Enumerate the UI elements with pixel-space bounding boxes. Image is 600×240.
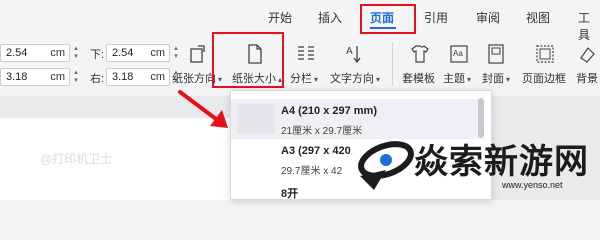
text-direction-label: 文字方向 ▾ [330, 73, 381, 85]
text-direction-icon: A [346, 46, 361, 64]
tab-insert[interactable]: 插入 [318, 9, 342, 26]
left-margin-value: 3.18 [6, 71, 28, 83]
bottom-margin-value: 2.54 [112, 47, 134, 59]
option-title: A4 (210 x 297 mm) [281, 105, 377, 117]
bottom-margin-label: 下: [90, 49, 105, 61]
theme-icon: Aa [450, 45, 468, 63]
tab-review[interactable]: 审阅 [476, 9, 500, 26]
columns-label: 分栏 ▾ [290, 73, 319, 85]
background-label: 背景▾ [576, 73, 598, 85]
top-margin-value: 2.54 [6, 47, 28, 59]
logo-mark-icon [358, 141, 414, 190]
paper-size-icon [248, 44, 262, 64]
active-tab-indicator [370, 27, 396, 29]
svg-text:Aa: Aa [453, 49, 463, 58]
left-margin-field[interactable]: 3.18 cm ▴ ▾ [0, 68, 78, 86]
right-margin-field[interactable]: 3.18 cm ▴ ▾ [106, 68, 178, 86]
svg-text:A: A [346, 46, 353, 57]
right-margin-label: 右: [90, 73, 105, 85]
bottom-margin-unit: cm [150, 47, 165, 59]
site-logo: 焱索新游网 www.yenso.net [352, 130, 600, 200]
top-margin-field[interactable]: 2.54 cm ▴ ▾ [0, 44, 78, 62]
bottom-margin-field[interactable]: 2.54 cm ▴ ▾ [106, 44, 178, 62]
option-title: 8开 [281, 188, 299, 200]
option-title: A3 (297 x 420 [281, 145, 351, 157]
tab-page[interactable]: 页面 [370, 9, 394, 26]
right-margin-unit: cm [150, 71, 165, 83]
left-margin-unit: cm [50, 71, 65, 83]
tab-home[interactable]: 开始 [268, 9, 292, 26]
top-margin-stepper[interactable]: ▴ ▾ [71, 45, 81, 61]
document-page[interactable] [0, 118, 232, 200]
paper-thumbnail [237, 104, 275, 134]
option-dimensions: 29.7厘米 x 42 [281, 166, 343, 177]
tab-references[interactable]: 引用 [424, 9, 448, 26]
page-border-label: 页面边框 [522, 73, 566, 85]
watermark-text: @打印机卫士 [40, 152, 113, 166]
paper-size-label: 纸张大小 ▴ [232, 73, 283, 85]
bottom-margin-stepper[interactable]: ▴ ▾ [171, 45, 181, 61]
cover-icon [488, 44, 504, 64]
tab-view[interactable]: 视图 [526, 9, 550, 26]
orientation-label: 纸张方向 ▾ [172, 73, 223, 85]
shirt-icon [411, 45, 429, 63]
logo-url: www.yenso.net [502, 180, 563, 190]
theme-label: 主题 ▾ [443, 73, 472, 85]
toolbar-divider [392, 42, 393, 86]
logo-text: 焱索新游网 [414, 143, 589, 181]
left-margin-stepper[interactable]: ▴ ▾ [71, 69, 81, 85]
template-label: 套模板 [402, 73, 435, 85]
columns-icon [298, 46, 314, 60]
orientation-icon [190, 45, 205, 63]
background-icon [580, 47, 595, 63]
tab-tools[interactable]: 工具 [578, 9, 600, 43]
top-margin-unit: cm [50, 47, 65, 59]
red-arrow-icon [178, 90, 228, 128]
option-dimensions: 21厘米 x 29.7厘米 [281, 126, 363, 137]
cover-label: 封面 ▾ [482, 73, 511, 85]
page-border-icon [536, 45, 554, 63]
right-margin-value: 3.18 [112, 71, 134, 83]
